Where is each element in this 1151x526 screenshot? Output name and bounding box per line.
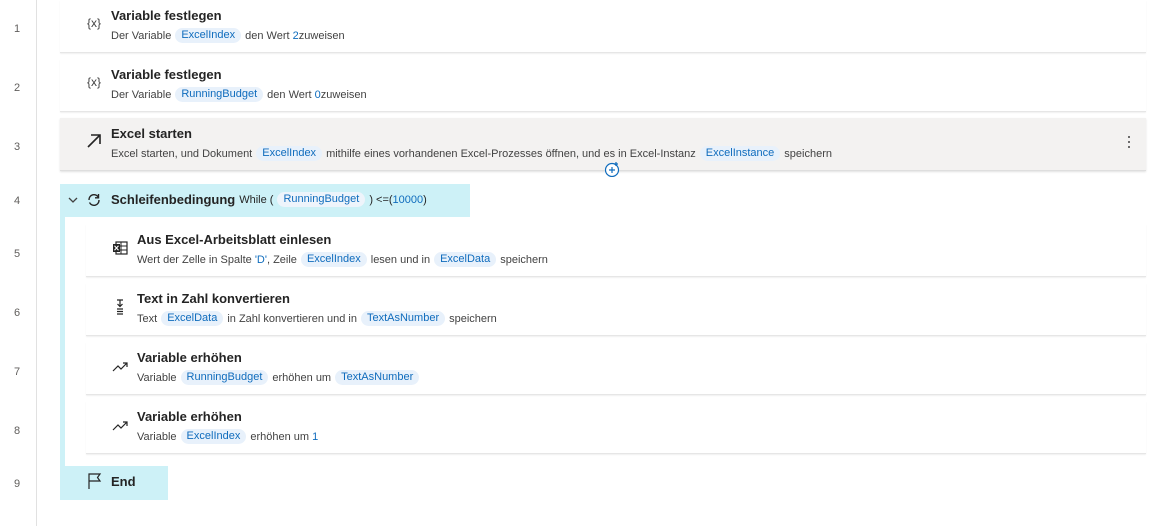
variable-token[interactable]: RunningBudget: [175, 87, 264, 102]
desc-text: zuweisen: [298, 29, 345, 42]
desc-text: mithilfe eines vorhandenen Excel-Prozess…: [326, 147, 696, 160]
desc-text: speichern: [784, 147, 832, 160]
desc-text: Excel starten, und Dokument: [111, 147, 253, 160]
action-description: Der Variable RunningBudget den Wert 0 zuw…: [111, 87, 367, 102]
trend-up-icon: [110, 415, 130, 435]
line-number: 8: [13, 425, 21, 437]
action-read-excel[interactable]: Aus Excel-Arbeitsblatt einlesen Wert der…: [86, 224, 1146, 277]
line-number-gutter: [0, 0, 37, 526]
desc-text: in Zahl konvertieren und in: [227, 312, 357, 325]
desc-text: ) <=(: [369, 193, 393, 206]
loop-body-rail: [60, 216, 65, 468]
line-number: 9: [13, 478, 21, 490]
action-title: Variable festlegen: [111, 8, 222, 23]
line-number: 3: [13, 141, 21, 153]
variable-token[interactable]: ExcelIndex: [256, 146, 323, 161]
action-description: Excel starten, und Dokument ExcelIndex m…: [111, 146, 832, 161]
line-number: 7: [13, 366, 21, 378]
excel-sheet-icon: [110, 238, 130, 258]
variable-icon: {x}: [86, 16, 101, 30]
desc-text: Text: [137, 312, 158, 325]
action-description: Text ExcelData in Zahl konvertieren und …: [137, 311, 497, 326]
variable-token[interactable]: TextAsNumber: [335, 370, 420, 385]
desc-text: den Wert: [245, 29, 290, 42]
variable-token[interactable]: ExcelIndex: [180, 429, 247, 444]
variable-token[interactable]: ExcelIndex: [175, 28, 242, 43]
convert-icon: [110, 297, 130, 317]
action-title: Excel starten: [111, 126, 192, 141]
trend-up-icon: [110, 356, 130, 376]
desc-text: erhöhen um: [272, 371, 332, 384]
variable-token[interactable]: RunningBudget: [180, 370, 269, 385]
value-literal: 1: [312, 430, 319, 443]
line-number: 4: [13, 195, 21, 207]
line-number: 1: [13, 23, 21, 35]
chevron-down-icon[interactable]: [67, 194, 79, 206]
desc-text: ): [423, 193, 427, 206]
desc-text: While (: [239, 193, 274, 206]
action-description: Wert der Zelle in Spalte 'D', Zeile Exce…: [137, 252, 548, 267]
desc-text: erhöhen um: [250, 430, 310, 443]
desc-text: speichern: [449, 312, 497, 325]
variable-token[interactable]: ExcelData: [434, 252, 497, 267]
action-title: Variable erhöhen: [137, 350, 242, 365]
action-set-variable-runningbudget[interactable]: {x} Variable festlegen Der Variable Runn…: [60, 59, 1146, 112]
loop-icon: [88, 193, 100, 207]
variable-token[interactable]: ExcelInstance: [699, 146, 781, 161]
action-description: Variable ExcelIndex erhöhen um 1: [137, 429, 318, 444]
variable-token[interactable]: ExcelIndex: [300, 252, 367, 267]
variable-token[interactable]: TextAsNumber: [360, 311, 446, 326]
action-description: Der Variable ExcelIndex den Wert 2 zuweis…: [111, 28, 345, 43]
action-title: Schleifenbedingung While ( RunningBudget…: [111, 192, 427, 207]
desc-text: den Wert: [267, 88, 312, 101]
line-number: 5: [13, 248, 21, 260]
action-description: Variable RunningBudget erhöhen um TextAs…: [137, 370, 423, 385]
action-title: Variable erhöhen: [137, 409, 242, 424]
action-increase-excelindex[interactable]: Variable erhöhen Variable ExcelIndex erh…: [86, 401, 1146, 454]
action-increase-runningbudget[interactable]: Variable erhöhen Variable RunningBudget …: [86, 342, 1146, 395]
flag-icon: [88, 473, 102, 489]
loop-condition: While ( RunningBudget ) <=(10000): [239, 192, 427, 207]
action-title: Variable festlegen: [111, 67, 222, 82]
desc-text: speichern: [500, 253, 548, 266]
value-literal: 'D': [254, 253, 267, 266]
desc-text: Der Variable: [111, 29, 172, 42]
desc-text: Wert der Zelle in Spalte: [137, 253, 252, 266]
variable-token[interactable]: RunningBudget: [277, 192, 366, 207]
loop-title: Schleifenbedingung: [111, 192, 236, 207]
desc-text: lesen und in: [370, 253, 431, 266]
desc-text: zuweisen: [320, 88, 367, 101]
line-number: 6: [13, 307, 21, 319]
more-options-icon[interactable]: [1124, 130, 1134, 154]
loop-end-block[interactable]: End: [60, 466, 168, 500]
desc-text: Variable: [137, 430, 177, 443]
add-action-icon[interactable]: [604, 161, 620, 178]
value-literal: 10000: [392, 193, 424, 206]
desc-text: Der Variable: [111, 88, 172, 101]
action-title: End: [111, 474, 136, 489]
action-set-variable-excelindex[interactable]: {x} Variable festlegen Der Variable Exce…: [60, 0, 1146, 53]
variable-icon: {x}: [86, 75, 101, 89]
action-launch-excel[interactable]: Excel starten Excel starten, und Dokumen…: [60, 118, 1146, 171]
action-title: Aus Excel-Arbeitsblatt einlesen: [137, 232, 332, 247]
desc-text: Variable: [137, 371, 177, 384]
loop-condition-header[interactable]: Schleifenbedingung While ( RunningBudget…: [60, 184, 470, 217]
line-number: 2: [13, 82, 21, 94]
launch-arrow-icon: [84, 131, 104, 151]
variable-token[interactable]: ExcelData: [161, 311, 224, 326]
desc-text: , Zeile: [266, 253, 297, 266]
action-convert-text-to-number[interactable]: Text in Zahl konvertieren Text ExcelData…: [86, 283, 1146, 336]
action-title: Text in Zahl konvertieren: [137, 291, 290, 306]
